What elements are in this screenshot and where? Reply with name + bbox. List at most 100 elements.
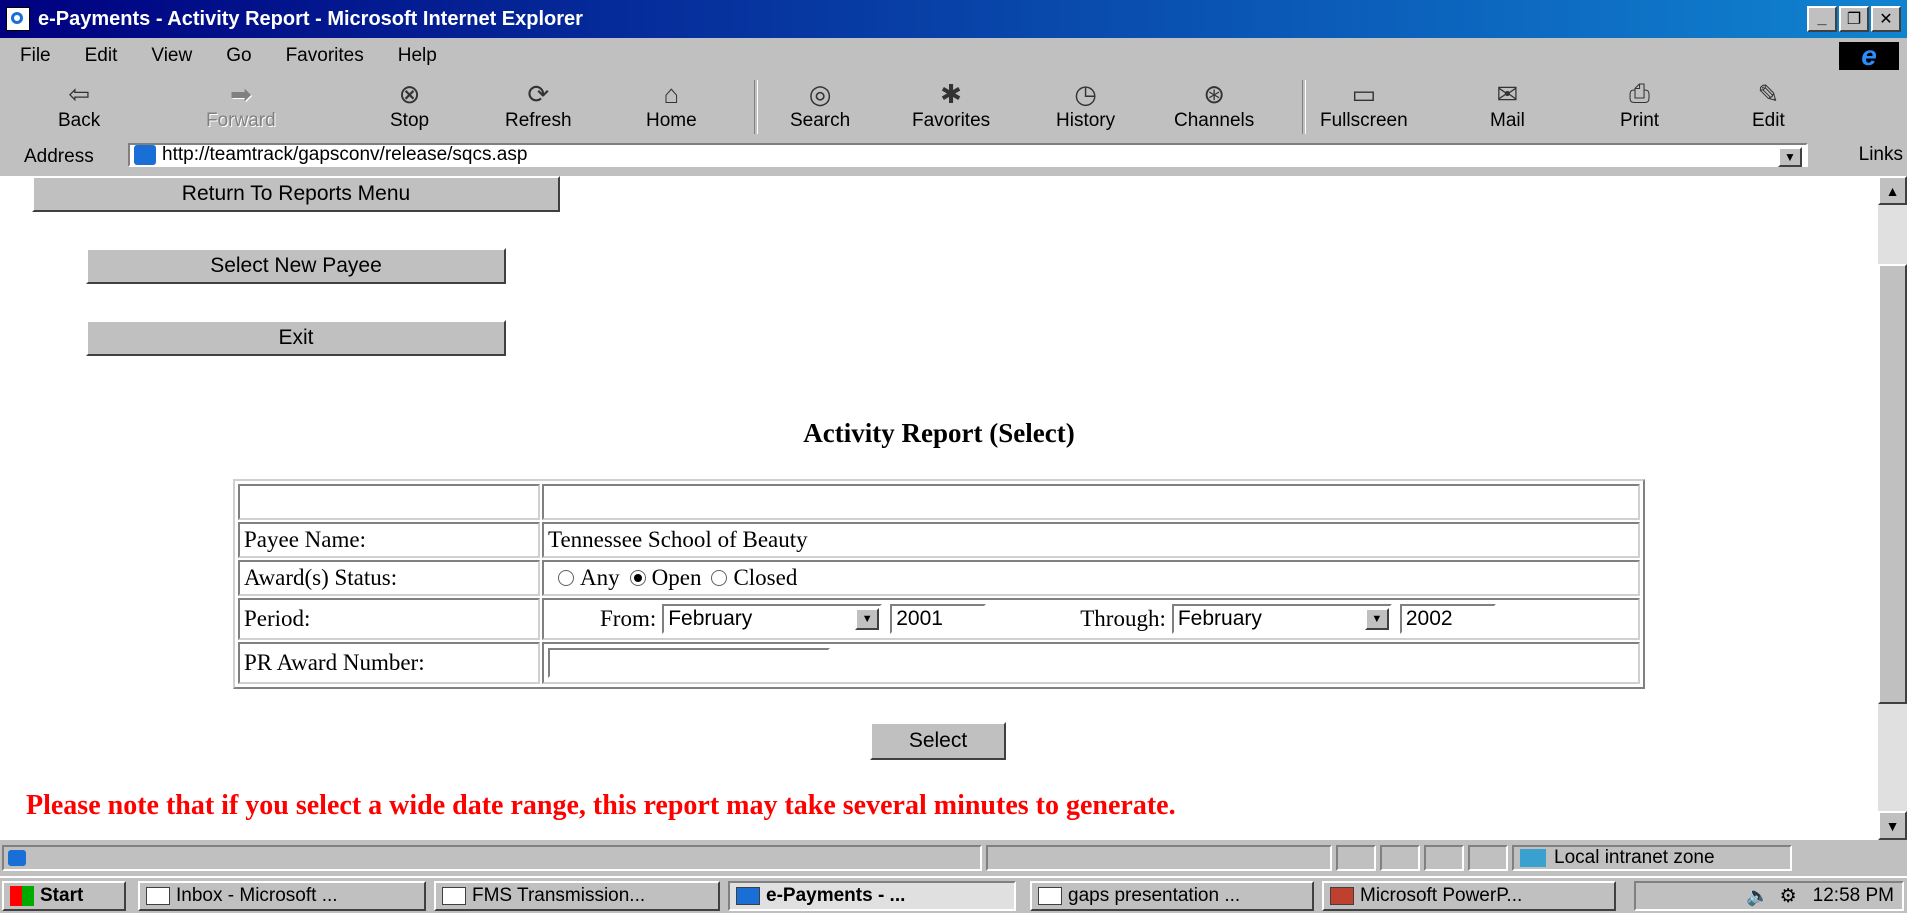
award-status-label: Award(s) Status:	[238, 560, 540, 596]
select-new-payee-button[interactable]: Select New Payee	[86, 248, 506, 284]
status-closed-label: Closed	[733, 565, 798, 590]
taskbar-item-inbox[interactable]: Inbox - Microsoft ...	[138, 881, 426, 911]
channels-button[interactable]: ⊛ Channels	[1174, 78, 1254, 132]
print-label: Print	[1620, 110, 1660, 131]
home-label: Home	[646, 110, 697, 131]
return-to-reports-menu-button[interactable]: Return To Reports Menu	[32, 176, 560, 212]
report-form-table: Payee Name: Tennessee School of Beauty A…	[233, 479, 1645, 689]
from-year-input[interactable]: 2001	[890, 604, 987, 634]
taskbar-item-powerpoint[interactable]: Microsoft PowerP...	[1322, 881, 1616, 911]
select-button[interactable]: Select	[870, 722, 1006, 760]
address-dropdown-icon[interactable]: ▼	[1778, 147, 1802, 167]
taskbar-item-fms[interactable]: FMS Transmission...	[434, 881, 720, 911]
ie-logo-icon: e	[1839, 40, 1899, 71]
address-input[interactable]: http://teamtrack/gapsconv/release/sqcs.a…	[128, 143, 1808, 167]
address-url: http://teamtrack/gapsconv/release/sqcs.a…	[162, 144, 528, 165]
payee-name-value: Tennessee School of Beauty	[542, 522, 1640, 558]
edit-label: Edit	[1752, 110, 1785, 131]
scroll-thumb[interactable]	[1878, 264, 1907, 704]
history-label: History	[1056, 110, 1116, 131]
forward-button[interactable]: ➡ Forward	[206, 78, 276, 132]
history-button[interactable]: ◷ History	[1056, 78, 1115, 132]
exit-button[interactable]: Exit	[86, 320, 506, 356]
status-open-radio[interactable]	[629, 570, 646, 586]
table-empty-cell	[238, 484, 540, 520]
search-button[interactable]: ◎ Search	[790, 78, 850, 132]
vertical-scrollbar[interactable]: ▲ ▼	[1878, 176, 1907, 840]
pr-award-number-input[interactable]	[548, 648, 830, 678]
status-panel	[1424, 845, 1464, 871]
through-month-value: February	[1177, 607, 1262, 630]
start-label: Start	[40, 885, 84, 906]
table-empty-cell	[542, 484, 1640, 520]
menu-go[interactable]: Go	[226, 45, 251, 67]
page-title: Activity Report (Select)	[803, 418, 1075, 448]
status-bar: Local intranet zone	[0, 842, 1907, 874]
chevron-down-icon: ▼	[1364, 608, 1389, 630]
scroll-down-icon[interactable]: ▼	[1878, 811, 1907, 840]
taskbar: Start Inbox - Microsoft ... FMS Transmis…	[0, 876, 1907, 913]
back-label: Back	[58, 110, 101, 131]
status-any-radio[interactable]	[558, 570, 574, 586]
mail-icon	[1038, 887, 1062, 905]
print-icon: ⎙	[1629, 78, 1650, 108]
powerpoint-icon	[1330, 887, 1354, 905]
favorites-button[interactable]: ✱ Favorites	[912, 78, 990, 132]
taskbar-item-epayments[interactable]: e-Payments - ...	[728, 881, 1016, 911]
forward-arrow-icon: ➡	[229, 78, 252, 109]
status-closed-radio[interactable]	[711, 570, 728, 586]
through-year-input[interactable]: 2002	[1399, 604, 1496, 634]
taskbar-item-gaps[interactable]: gaps presentation ...	[1030, 881, 1314, 911]
pr-award-number-label: PR Award Number:	[238, 642, 540, 684]
back-arrow-icon: ⇦	[68, 78, 91, 109]
fullscreen-label: Fullscreen	[1320, 110, 1408, 131]
tray-apps-icon[interactable]: ⚙	[1780, 885, 1797, 908]
window-title-bar[interactable]: e-Payments - Activity Report - Microsoft…	[0, 0, 1907, 38]
channels-icon: ⊛	[1203, 78, 1226, 109]
menu-file[interactable]: File	[20, 45, 51, 67]
mail-button[interactable]: ✉ Mail	[1490, 78, 1525, 132]
print-button[interactable]: ⎙ Print	[1620, 78, 1659, 132]
status-any-label: Any	[580, 565, 620, 590]
windows-logo-icon	[10, 886, 34, 906]
refresh-icon: ⟳	[527, 78, 550, 109]
menu-help[interactable]: Help	[398, 45, 437, 67]
home-button[interactable]: ⌂ Home	[646, 78, 697, 132]
status-progress-panel	[986, 845, 1332, 871]
favorites-icon: ✱	[940, 78, 962, 109]
toolbar: ⇦ Back ➡ Forward ⊗ Stop ⟳ Refresh ⌂ Home…	[0, 74, 1907, 138]
close-button[interactable]: ✕	[1871, 6, 1901, 32]
links-button[interactable]: Links	[1859, 144, 1903, 166]
task-label: FMS Transmission...	[472, 885, 646, 906]
outlook-icon	[146, 887, 170, 905]
from-month-value: February	[668, 607, 753, 630]
menu-edit[interactable]: Edit	[85, 45, 118, 67]
back-button[interactable]: ⇦ Back	[58, 78, 100, 132]
through-month-select[interactable]: February ▼	[1171, 604, 1392, 634]
ie-page-icon	[6, 7, 30, 31]
through-label: Through:	[1080, 606, 1166, 631]
restore-button[interactable]: ❐	[1839, 6, 1869, 32]
from-month-select[interactable]: February ▼	[662, 604, 883, 634]
mail-icon	[442, 887, 466, 905]
period-label: Period:	[238, 598, 540, 640]
refresh-label: Refresh	[505, 110, 572, 131]
edit-button[interactable]: ✎ Edit	[1752, 78, 1785, 132]
scroll-up-icon[interactable]: ▲	[1878, 176, 1907, 205]
intranet-zone-icon	[1520, 849, 1546, 867]
start-button[interactable]: Start	[2, 881, 126, 911]
fullscreen-button[interactable]: ▭ Fullscreen	[1320, 78, 1408, 132]
menu-favorites[interactable]: Favorites	[286, 45, 364, 67]
chevron-down-icon: ▼	[855, 608, 880, 630]
minimize-button[interactable]: _	[1807, 6, 1837, 32]
history-icon: ◷	[1074, 78, 1097, 109]
stop-button[interactable]: ⊗ Stop	[390, 78, 429, 132]
menu-view[interactable]: View	[151, 45, 192, 67]
volume-icon[interactable]: 🔈	[1746, 884, 1770, 908]
clock[interactable]: 12:58 PM	[1813, 885, 1894, 907]
refresh-button[interactable]: ⟳ Refresh	[505, 78, 572, 132]
forward-label: Forward	[206, 110, 276, 131]
home-icon: ⌂	[663, 78, 680, 109]
status-panel	[1380, 845, 1420, 871]
toolbar-separator	[754, 80, 758, 134]
